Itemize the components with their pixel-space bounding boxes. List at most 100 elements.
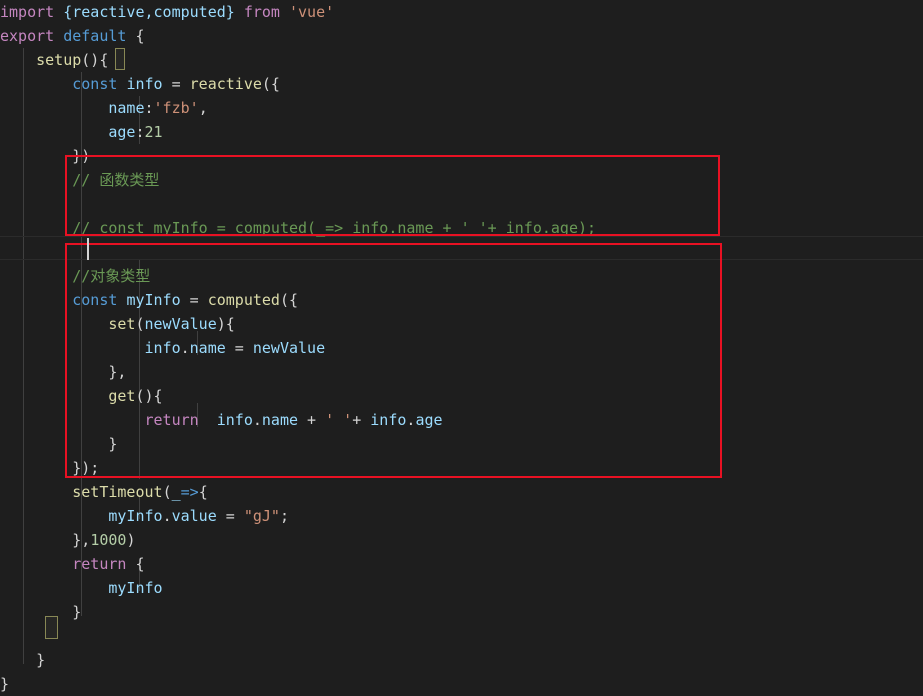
code-token: "gJ" <box>243 507 280 525</box>
code-token: } <box>0 435 118 453</box>
code-token: age <box>415 411 443 429</box>
code-line-12[interactable]: //对象类型 <box>0 264 923 288</box>
code-token: info <box>126 75 163 93</box>
code-token: from <box>234 3 289 21</box>
code-line-13[interactable]: const myInfo = computed({ <box>0 288 923 312</box>
code-line-28[interactable]: } <box>0 648 923 672</box>
code-token: myInfo <box>108 507 163 525</box>
code-token: ({ <box>279 291 299 309</box>
code-token: name <box>189 339 226 357</box>
code-line-3[interactable]: setup(){ <box>0 48 923 72</box>
code-token: // const myInfo = computed(_=> info.name… <box>0 219 597 237</box>
code-line-25[interactable]: myInfo <box>0 576 923 600</box>
code-token: setTimeout <box>72 483 163 501</box>
code-token: ({ <box>261 75 280 93</box>
code-line-10[interactable]: // const myInfo = computed(_=> info.name… <box>0 216 923 240</box>
code-token: 'vue' <box>289 3 335 21</box>
code-token: myInfo <box>108 579 163 597</box>
code-line-20[interactable]: }); <box>0 456 923 480</box>
code-token: : <box>144 99 154 117</box>
code-line-21[interactable]: setTimeout(_=>{ <box>0 480 923 504</box>
code-token: info <box>370 411 407 429</box>
code-token: ) <box>126 531 136 549</box>
code-line-19[interactable]: } <box>0 432 923 456</box>
code-token: get <box>108 387 136 405</box>
code-line-27[interactable] <box>0 624 923 648</box>
code-token: } <box>0 651 46 669</box>
code-line-16[interactable]: }, <box>0 360 923 384</box>
code-token: myInfo <box>126 291 181 309</box>
code-token: { <box>126 555 145 573</box>
code-token: return <box>72 555 127 573</box>
code-token: _ <box>171 483 181 501</box>
code-line-9[interactable] <box>0 192 923 216</box>
code-token: }, <box>0 531 91 549</box>
code-line-11[interactable] <box>0 240 923 264</box>
code-token: , <box>198 99 208 117</box>
code-token: + <box>352 411 371 429</box>
code-token: ; <box>279 507 289 525</box>
code-line-23[interactable]: },1000) <box>0 528 923 552</box>
code-token: name <box>261 411 299 429</box>
code-token: . <box>162 507 172 525</box>
code-token: 1000 <box>90 531 127 549</box>
code-line-5[interactable]: name:'fzb', <box>0 96 923 120</box>
code-line-22[interactable]: myInfo.value = "gJ"; <box>0 504 923 528</box>
code-line-15[interactable]: info.name = newValue <box>0 336 923 360</box>
code-token: = <box>216 507 244 525</box>
code-token: => <box>180 483 199 501</box>
code-line-24[interactable]: return { <box>0 552 923 576</box>
code-token: const <box>72 291 118 309</box>
code-line-1[interactable]: import {reactive,computed} from 'vue' <box>0 0 923 24</box>
code-line-14[interactable]: set(newValue){ <box>0 312 923 336</box>
code-token: value <box>171 507 217 525</box>
code-token: }, <box>0 363 127 381</box>
code-token: return <box>144 411 199 429</box>
code-line-29[interactable]: } <box>0 672 923 696</box>
code-token: . <box>180 339 190 357</box>
code-token: export <box>0 27 64 45</box>
text-cursor <box>87 238 89 260</box>
code-token: 21 <box>144 123 163 141</box>
code-line-2[interactable]: export default { <box>0 24 923 48</box>
code-token: (){ <box>81 51 109 69</box>
code-token: import <box>0 3 64 21</box>
code-token: : <box>135 123 145 141</box>
code-token: = <box>225 339 253 357</box>
code-line-8[interactable]: // 函数类型 <box>0 168 923 192</box>
code-token: setup <box>36 51 82 69</box>
code-token: set <box>108 315 136 333</box>
code-token: newValue <box>144 315 217 333</box>
code-token: { <box>198 483 208 501</box>
code-token: ){ <box>216 315 235 333</box>
code-token: {reactive,computed} <box>63 3 235 21</box>
code-editor[interactable]: import {reactive,computed} from 'vue' exp… <box>0 0 923 693</box>
code-token: ( <box>135 315 145 333</box>
code-token: } <box>0 603 82 621</box>
code-token: = <box>180 291 208 309</box>
code-token: }); <box>0 459 100 477</box>
code-token: (){ <box>135 387 163 405</box>
code-line-6[interactable]: age:21 <box>0 120 923 144</box>
code-token: } <box>0 675 10 693</box>
code-line-26[interactable]: } <box>0 600 923 624</box>
code-token: computed <box>207 291 280 309</box>
code-line-18[interactable]: return info.name + ' '+ info.age <box>0 408 923 432</box>
code-token: 'fzb' <box>153 99 199 117</box>
code-text-layer[interactable]: import {reactive,computed} from 'vue' exp… <box>0 0 923 693</box>
code-line-17[interactable]: get(){ <box>0 384 923 408</box>
code-line-4[interactable]: const info = reactive({ <box>0 72 923 96</box>
code-token: info <box>144 339 181 357</box>
code-line-7[interactable]: }) <box>0 144 923 168</box>
